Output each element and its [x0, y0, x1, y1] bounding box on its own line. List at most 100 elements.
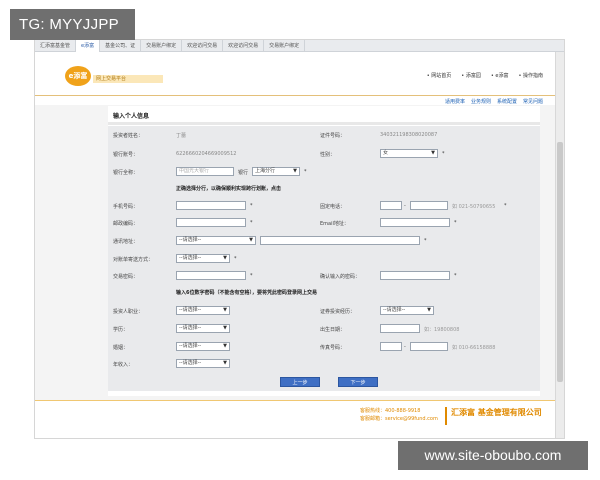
experience-label: 证券投资经历： — [320, 309, 356, 315]
investor-name-value: 丁蕾 — [176, 133, 187, 139]
education-label: 学历： — [113, 327, 129, 333]
password-note: 输入6位数字密码（不能含有空格），要将凭此密码登录网上交易 — [176, 290, 317, 296]
link-rules[interactable]: 业务规则 — [471, 98, 491, 105]
site-footer: 客服热线：400-888-9918 客服邮箱：service@99fund.co… — [35, 400, 557, 438]
fax-hint: 如 010-66158888 — [452, 345, 496, 351]
gender-label: 性别： — [320, 152, 336, 158]
info-form: 投资者姓名： 丁蕾 证件号码： 340321198308020087 银行账号：… — [108, 126, 540, 391]
birthday-label: 出生日期： — [320, 327, 346, 333]
footer-logo: 汇添富 基金管理有限公司 — [445, 407, 545, 425]
link-config[interactable]: 系统配置 — [497, 98, 517, 105]
bank-name-label: 银行全称： — [113, 170, 139, 176]
bank-account-value: 6226660204669009512 — [176, 151, 237, 157]
investor-name-label: 投资者姓名： — [113, 133, 144, 139]
mobile-input[interactable] — [176, 201, 246, 210]
panel-title: 输入个人信息 — [113, 113, 150, 120]
phone-number-input[interactable] — [410, 201, 448, 210]
top-links: • 网站首页 • 添富园 • e添富 • 操作指南 — [427, 72, 543, 79]
scrollbar-thumb[interactable] — [557, 142, 563, 382]
tab-6[interactable]: 欢迎访问交易 — [223, 40, 265, 52]
sub-nav: 适用费率 业务规则 系统配置 常见问题 — [35, 95, 557, 105]
tab-2[interactable]: e添富 — [76, 40, 101, 52]
required-mark: * — [234, 256, 237, 262]
required-mark: * — [304, 169, 307, 175]
bank-name-input[interactable]: 中国光大银行 — [176, 167, 234, 176]
fax-label: 传真号码： — [320, 345, 346, 351]
tab-1[interactable]: 汇添富基金管 — [35, 40, 77, 52]
watermark-top: TG: MYYJJPP — [10, 9, 135, 40]
phone-dash: - — [404, 203, 406, 209]
phone-hint: 如 021-50790655 — [452, 204, 496, 210]
phone-label: 固定电话： — [320, 204, 346, 210]
mobile-label: 手机号码： — [113, 204, 139, 210]
chevron-down-icon: ▼ — [293, 168, 297, 174]
vertical-scrollbar[interactable] — [555, 52, 564, 438]
bank-suffix-label: 银行 — [238, 170, 249, 176]
id-number-value: 340321198308020087 — [380, 132, 438, 138]
email-label: Email地址： — [320, 221, 349, 227]
link-etianfu[interactable]: • e添富 — [491, 72, 509, 79]
footer-email: 客服邮箱：service@99fund.com — [360, 416, 438, 422]
tab-4[interactable]: 交易账户绑定 — [141, 40, 183, 52]
birthday-input[interactable] — [380, 324, 420, 333]
required-mark: * — [454, 273, 457, 279]
marital-label: 婚姻： — [113, 345, 129, 351]
income-select[interactable]: --请选择-- ▼ — [176, 359, 230, 368]
required-mark: * — [442, 151, 445, 157]
zip-input[interactable] — [176, 218, 246, 227]
personal-info-panel: 输入个人信息 投资者姓名： 丁蕾 证件号码： 34032119830802008… — [108, 106, 540, 396]
marital-select[interactable]: --请选择-- ▼ — [176, 342, 230, 351]
confirm-password-input[interactable] — [380, 271, 450, 280]
fax-dash: - — [404, 344, 406, 350]
logo-subtitle: 网上交易平台 — [93, 75, 163, 83]
required-mark: * — [424, 238, 427, 244]
chevron-down-icon: ▼ — [223, 255, 227, 261]
statement-select[interactable]: --请选择-- ▼ — [176, 254, 230, 263]
panel-divider — [108, 122, 540, 125]
footer-hotline: 客服热线：400-888-9918 — [360, 408, 421, 414]
job-select[interactable]: --请选择-- ▼ — [176, 306, 230, 315]
address-select[interactable]: --请选择-- ▼ — [176, 236, 256, 245]
fax-area-input[interactable] — [380, 342, 402, 351]
link-tianfuyuan[interactable]: • 添富园 — [461, 72, 481, 79]
browser-window: 汇添富基金管 e添富 基金公司、证 交易账户绑定 欢迎访问交易 欢迎访问交易 交… — [34, 39, 565, 439]
income-label: 年收入： — [113, 362, 134, 368]
trade-password-label: 交易密码： — [113, 274, 139, 280]
job-label: 投资人职业： — [113, 309, 144, 315]
email-input[interactable] — [380, 218, 450, 227]
trade-password-input[interactable] — [176, 271, 246, 280]
chevron-down-icon: ▼ — [223, 360, 227, 366]
link-guide[interactable]: • 操作指南 — [518, 72, 543, 79]
chevron-down-icon: ▼ — [223, 325, 227, 331]
tab-bar: 汇添富基金管 e添富 基金公司、证 交易账户绑定 欢迎访问交易 欢迎访问交易 交… — [35, 40, 564, 52]
bank-account-label: 银行账号： — [113, 152, 139, 158]
next-button[interactable]: 下一步 — [338, 377, 378, 387]
required-mark: * — [250, 273, 253, 279]
branch-select[interactable]: 上海分行 ▼ — [252, 167, 300, 176]
tab-5[interactable]: 欢迎访问交易 — [182, 40, 224, 52]
required-mark: * — [454, 220, 457, 226]
statement-label: 对账单寄送方式： — [113, 257, 154, 263]
gender-select[interactable]: 女 ▼ — [380, 149, 438, 158]
zip-label: 邮政编码： — [113, 221, 139, 227]
chevron-down-icon: ▼ — [431, 150, 435, 156]
prev-button[interactable]: 上一步 — [280, 377, 320, 387]
required-mark: * — [504, 203, 507, 209]
link-faq[interactable]: 常见问题 — [523, 98, 543, 105]
site-header: e添富 网上交易平台 • 网站首页 • 添富园 • e添富 • 操作指南 — [35, 52, 557, 95]
tab-7[interactable]: 交易账户绑定 — [264, 40, 306, 52]
site-logo[interactable]: e添富 — [65, 66, 91, 86]
footer-contact: 客服热线：400-888-9918 客服邮箱：service@99fund.co… — [360, 407, 438, 423]
chevron-down-icon: ▼ — [223, 307, 227, 313]
link-fees[interactable]: 适用费率 — [445, 98, 465, 105]
phone-area-input[interactable] — [380, 201, 402, 210]
link-home[interactable]: • 网站首页 — [427, 72, 452, 79]
address-label: 通讯地址： — [113, 239, 139, 245]
chevron-down-icon: ▼ — [427, 307, 431, 313]
experience-select[interactable]: --请选择-- ▼ — [380, 306, 434, 315]
tab-3[interactable]: 基金公司、证 — [100, 40, 142, 52]
fax-number-input[interactable] — [410, 342, 448, 351]
address-input[interactable] — [260, 236, 420, 245]
chevron-down-icon: ▼ — [249, 237, 253, 243]
education-select[interactable]: --请选择-- ▼ — [176, 324, 230, 333]
